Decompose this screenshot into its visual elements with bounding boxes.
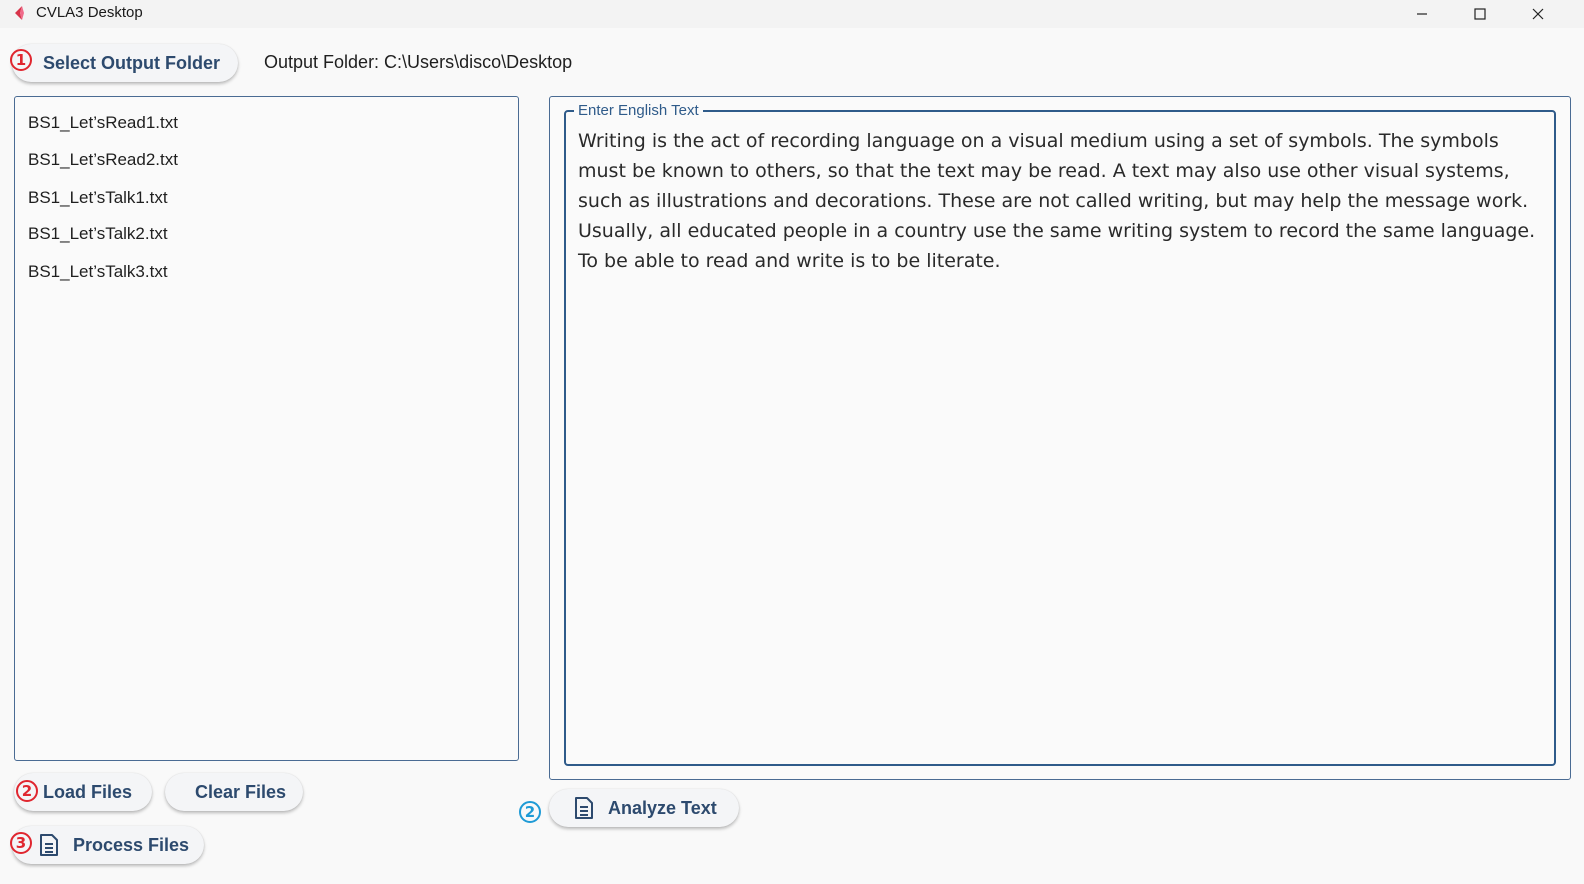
load-files-label: Load Files xyxy=(43,781,133,802)
close-button[interactable] xyxy=(1510,0,1566,28)
app-window: CVLA3 Desktop Select Output Folder 1 Out… xyxy=(0,0,1584,884)
minimize-button[interactable] xyxy=(1394,0,1450,28)
document-icon xyxy=(575,797,593,819)
clear-files-label: Clear Files xyxy=(195,781,287,802)
file-list-item[interactable]: BS1_Let’sTalk3.txt xyxy=(28,262,168,282)
file-list[interactable]: BS1_Let’sRead1.txt BS1_Let’sRead2.txt BS… xyxy=(14,96,519,761)
clear-files-button[interactable]: Clear Files xyxy=(165,773,303,811)
close-icon xyxy=(1532,8,1544,20)
file-list-item[interactable]: BS1_Let’sTalk2.txt xyxy=(28,224,168,244)
text-area-legend: Enter English Text xyxy=(574,102,703,119)
output-folder-path: Output Folder: C:\Users\disco\Desktop xyxy=(264,52,573,72)
file-list-item[interactable]: BS1_Let’sRead2.txt xyxy=(28,150,178,170)
file-list-item[interactable]: BS1_Let’sRead1.txt xyxy=(28,113,178,133)
analyze-text-button[interactable]: Analyze Text xyxy=(549,789,739,827)
maximize-icon xyxy=(1474,8,1486,20)
app-logo-icon xyxy=(12,5,26,21)
analyze-text-label: Analyze Text xyxy=(608,797,717,818)
title-bar: CVLA3 Desktop xyxy=(0,0,1584,28)
minimize-icon xyxy=(1417,13,1427,15)
process-files-label: Process Files xyxy=(73,834,190,855)
analyze-step-badge: 2 xyxy=(519,801,541,823)
step-2-badge: 2 xyxy=(16,780,38,802)
step-1-badge: 1 xyxy=(10,49,32,71)
process-files-button[interactable]: Process Files xyxy=(12,826,204,864)
file-list-item[interactable]: BS1_Let’sTalk1.txt xyxy=(28,188,168,208)
english-text-content[interactable]: Writing is the act of recording language… xyxy=(578,126,1548,276)
window-title: CVLA3 Desktop xyxy=(36,4,143,21)
maximize-button[interactable] xyxy=(1452,0,1508,28)
step-3-badge: 3 xyxy=(10,832,32,854)
select-output-folder-label: Select Output Folder xyxy=(43,52,221,73)
document-icon xyxy=(40,834,58,856)
select-output-folder-button[interactable]: Select Output Folder xyxy=(12,44,238,82)
